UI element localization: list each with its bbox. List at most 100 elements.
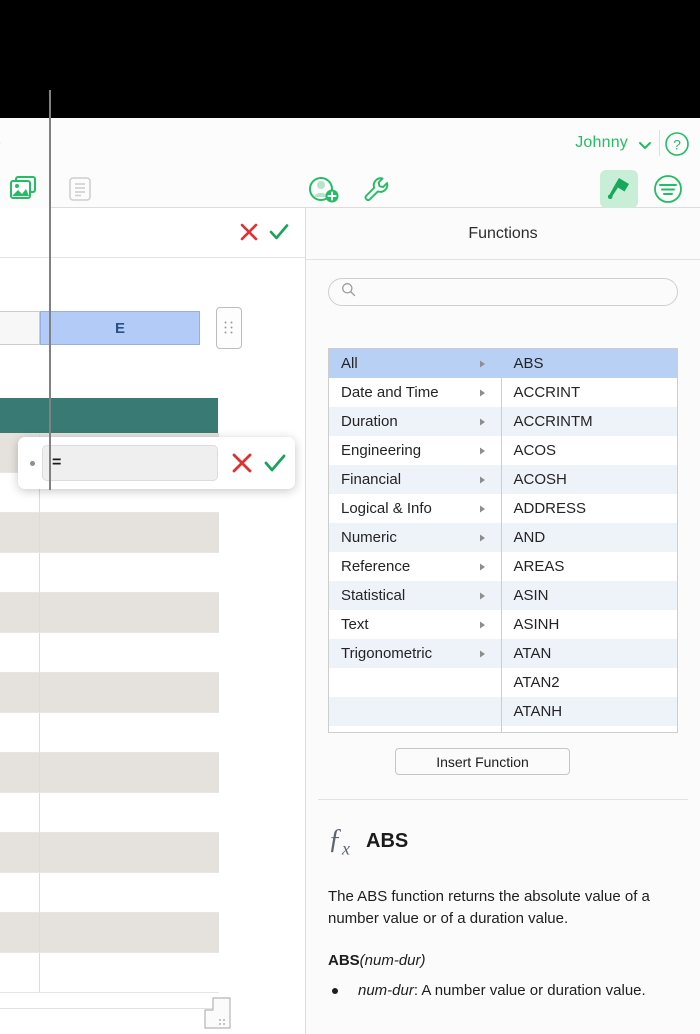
row-header[interactable] bbox=[0, 793, 40, 832]
row-header[interactable] bbox=[0, 753, 40, 792]
accept-check-icon[interactable] bbox=[263, 451, 287, 480]
category-item-duration[interactable]: Duration bbox=[329, 407, 501, 436]
list-item: num-dur: A number value or duration valu… bbox=[328, 980, 678, 1002]
text-document-icon[interactable] bbox=[62, 172, 98, 206]
function-label: ACOSH bbox=[514, 471, 567, 488]
cell-formula-editor: = bbox=[18, 437, 295, 489]
cancel-x-icon[interactable] bbox=[230, 451, 254, 480]
function-item-acosh[interactable]: ACOSH bbox=[502, 465, 678, 494]
category-label: Financial bbox=[341, 471, 401, 488]
disclosure-triangle-icon bbox=[478, 384, 487, 401]
column-header-e[interactable]: E bbox=[40, 311, 200, 345]
function-item-atan[interactable]: ATAN bbox=[502, 639, 678, 668]
accept-check-icon[interactable] bbox=[268, 221, 290, 248]
table-row[interactable] bbox=[0, 753, 219, 793]
formula-token-dot-icon bbox=[30, 461, 35, 466]
category-item-date-and-time[interactable]: Date and Time bbox=[329, 378, 501, 407]
table-row[interactable] bbox=[0, 913, 219, 953]
function-item-and[interactable]: AND bbox=[502, 523, 678, 552]
function-label: AND bbox=[514, 529, 546, 546]
function-label: ATAN2 bbox=[514, 674, 560, 691]
category-empty-row bbox=[329, 697, 501, 726]
function-item-atan2[interactable]: ATAN2 bbox=[502, 668, 678, 697]
category-item-statistical[interactable]: Statistical bbox=[329, 581, 501, 610]
search-icon bbox=[341, 282, 356, 302]
row-header[interactable] bbox=[0, 913, 40, 952]
function-item-acos[interactable]: ACOS bbox=[502, 436, 678, 465]
app-window: t Johnny ? bbox=[0, 0, 700, 1034]
category-label: Date and Time bbox=[341, 384, 439, 401]
row-header[interactable] bbox=[0, 593, 40, 632]
function-label: ADDRESS bbox=[514, 500, 587, 517]
bullet-icon bbox=[332, 988, 338, 994]
table-row[interactable] bbox=[0, 833, 219, 873]
table-row[interactable] bbox=[0, 793, 219, 833]
function-item-abs[interactable]: ABS bbox=[502, 349, 678, 378]
row-header[interactable] bbox=[0, 673, 40, 712]
function-item-accrint[interactable]: ACCRINT bbox=[502, 378, 678, 407]
function-item-accrintm[interactable]: ACCRINTM bbox=[502, 407, 678, 436]
category-item-trigonometric[interactable]: Trigonometric bbox=[329, 639, 501, 668]
function-item-areas[interactable]: AREAS bbox=[502, 552, 678, 581]
category-item-numeric[interactable]: Numeric bbox=[329, 523, 501, 552]
account-row: Johnny ? bbox=[0, 118, 700, 172]
table-resize-handle-icon[interactable] bbox=[204, 997, 231, 1029]
disclosure-triangle-icon bbox=[478, 587, 487, 604]
function-parameters: num-dur: A number value or duration valu… bbox=[328, 980, 678, 1002]
table-header-row[interactable] bbox=[0, 398, 218, 433]
category-item-reference[interactable]: Reference bbox=[329, 552, 501, 581]
function-label: ACOS bbox=[514, 442, 557, 459]
help-circle-icon[interactable]: ? bbox=[664, 131, 690, 157]
table-row[interactable] bbox=[0, 673, 219, 713]
tools-wrench-icon[interactable] bbox=[358, 172, 394, 206]
organize-filter-icon[interactable] bbox=[650, 171, 686, 207]
category-item-text[interactable]: Text bbox=[329, 610, 501, 639]
row-header[interactable] bbox=[0, 633, 40, 672]
function-label: ACCRINTM bbox=[514, 413, 593, 430]
function-item-atanh[interactable]: ATANH bbox=[502, 697, 678, 726]
table-row[interactable] bbox=[0, 873, 219, 913]
media-icon[interactable] bbox=[5, 172, 41, 206]
function-label: AREAS bbox=[514, 558, 565, 575]
formula-bar bbox=[0, 208, 305, 258]
search-input[interactable] bbox=[363, 284, 663, 300]
table-bottom-border bbox=[0, 1008, 219, 1009]
table-row[interactable] bbox=[0, 713, 219, 753]
function-item-asin[interactable]: ASIN bbox=[502, 581, 678, 610]
category-item-engineering[interactable]: Engineering bbox=[329, 436, 501, 465]
category-item-financial[interactable]: Financial bbox=[329, 465, 501, 494]
table-row[interactable] bbox=[0, 513, 219, 553]
spreadsheet-area: E bbox=[0, 208, 305, 1034]
table-row[interactable] bbox=[0, 593, 219, 633]
functions-panel: Functions All Date and Time Duration Eng… bbox=[306, 208, 700, 1034]
table-row[interactable] bbox=[0, 553, 219, 593]
table-row[interactable] bbox=[0, 633, 219, 673]
row-header[interactable] bbox=[0, 713, 40, 752]
account-separator bbox=[659, 130, 660, 156]
toolbar-icons bbox=[0, 170, 700, 208]
function-detail-name: ABS bbox=[366, 830, 408, 853]
column-resize-grip-icon[interactable] bbox=[216, 307, 242, 349]
signature-args: (num-dur) bbox=[360, 952, 426, 969]
formula-input[interactable]: = bbox=[42, 445, 218, 481]
category-item-all[interactable]: All bbox=[329, 349, 501, 378]
format-paintbrush-icon[interactable] bbox=[600, 170, 638, 208]
account-name[interactable]: Johnny bbox=[575, 134, 628, 152]
row-header[interactable] bbox=[0, 873, 40, 912]
cancel-x-icon[interactable] bbox=[238, 221, 260, 248]
chevron-down-icon[interactable] bbox=[638, 138, 652, 152]
function-search-field[interactable] bbox=[328, 278, 678, 306]
row-header[interactable] bbox=[0, 513, 40, 552]
category-item-logical-info[interactable]: Logical & Info bbox=[329, 494, 501, 523]
add-collaborator-icon[interactable] bbox=[306, 172, 342, 206]
function-item-asinh[interactable]: ASINH bbox=[502, 610, 678, 639]
insert-function-button[interactable]: Insert Function bbox=[395, 748, 570, 775]
row-header[interactable] bbox=[0, 833, 40, 872]
table-row[interactable] bbox=[0, 953, 219, 993]
row-header[interactable] bbox=[0, 953, 40, 992]
column-header-unlabeled[interactable] bbox=[0, 311, 40, 345]
category-label: Engineering bbox=[341, 442, 421, 459]
disclosure-triangle-icon bbox=[478, 616, 487, 633]
function-item-address[interactable]: ADDRESS bbox=[502, 494, 678, 523]
row-header[interactable] bbox=[0, 553, 40, 592]
